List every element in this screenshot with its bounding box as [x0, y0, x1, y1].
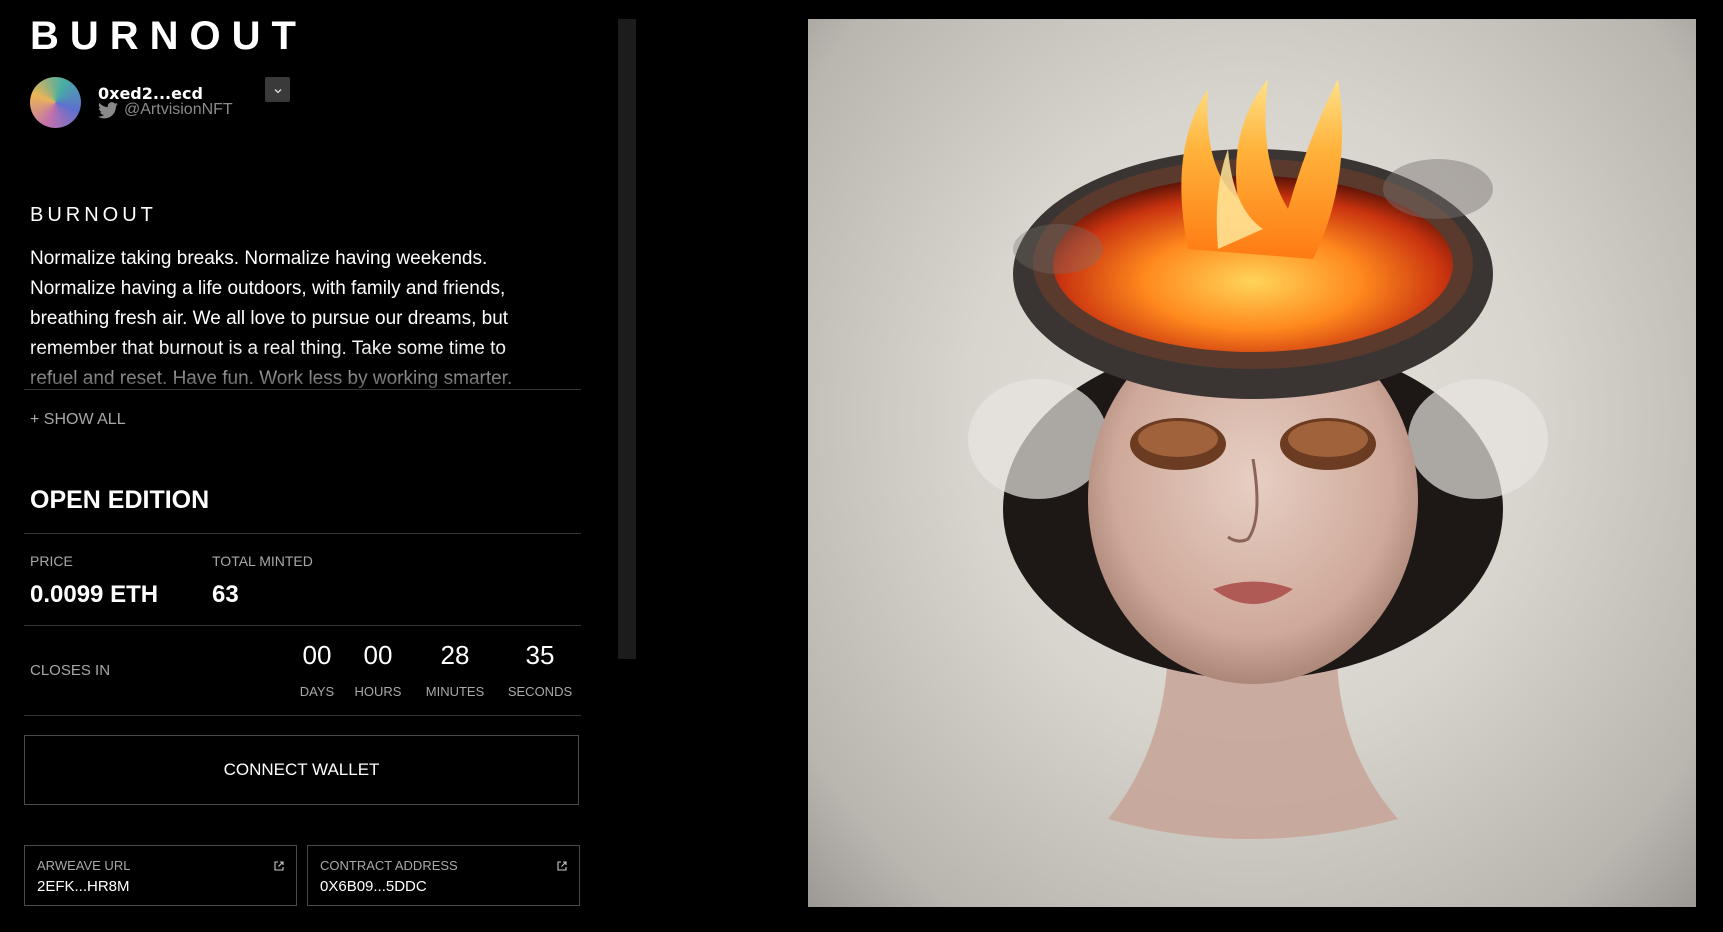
artwork-image[interactable]: [808, 19, 1696, 907]
countdown-seconds-value: 35: [525, 640, 555, 670]
price-label: PRICE: [30, 553, 73, 569]
countdown-minutes-label: MINUTES: [425, 684, 485, 699]
arweave-url-label: ARWEAVE URL: [37, 858, 131, 873]
countdown-hours-value: 00: [363, 640, 393, 670]
divider: [24, 715, 581, 716]
show-all-button[interactable]: + SHOW ALL: [30, 411, 126, 429]
external-link-icon[interactable]: [557, 858, 567, 876]
divider: [24, 389, 581, 390]
countdown-hours-label: HOURS: [354, 684, 402, 699]
countdown-days: 00 DAYS: [295, 640, 339, 699]
divider: [24, 533, 581, 534]
countdown-minutes: 28 MINUTES: [423, 640, 487, 699]
contract-address-value[interactable]: 0X6B09...5DDC: [320, 878, 427, 895]
page: BURNOUT 0xed2...ecd @ArtvisionNFT BURNOU…: [0, 0, 1723, 932]
scrollbar[interactable]: [618, 19, 636, 659]
edition-title: OPEN EDITION: [30, 486, 210, 514]
creator-twitter[interactable]: @ArtvisionNFT: [98, 101, 233, 119]
arweave-url-value[interactable]: 2EFK...HR8M: [37, 878, 130, 895]
countdown-seconds: 35 SECONDS: [507, 640, 573, 699]
creator-dropdown-button[interactable]: [265, 77, 290, 102]
external-link-icon[interactable]: [274, 858, 284, 876]
piece-title: BURNOUT: [30, 204, 157, 226]
piece-description: Normalize taking breaks. Normalize havin…: [30, 248, 513, 388]
closes-in-label: CLOSES IN: [30, 662, 111, 679]
countdown-hours: 00 HOURS: [353, 640, 403, 699]
avatar[interactable]: [30, 77, 81, 128]
countdown-days-label: DAYS: [299, 684, 335, 699]
countdown-seconds-label: SECONDS: [507, 684, 573, 699]
twitter-handle: @ArtvisionNFT: [124, 101, 233, 118]
contract-address-box[interactable]: CONTRACT ADDRESS 0X6B09...5DDC: [307, 845, 580, 906]
total-minted-label: TOTAL MINTED: [212, 553, 313, 569]
price-value: 0.0099 ETH: [30, 581, 159, 608]
collection-title: BURNOUT: [30, 14, 307, 58]
artwork-illustration: [968, 79, 1548, 839]
countdown-days-value: 00: [302, 640, 332, 670]
arweave-url-box[interactable]: ARWEAVE URL 2EFK...HR8M: [24, 845, 297, 906]
chevron-down-icon: [274, 81, 282, 99]
twitter-icon: [98, 101, 118, 119]
divider: [24, 625, 581, 626]
connect-wallet-button[interactable]: CONNECT WALLET: [24, 735, 579, 805]
contract-address-label: CONTRACT ADDRESS: [320, 858, 458, 873]
creator-block[interactable]: 0xed2...ecd @ArtvisionNFT: [30, 77, 330, 129]
total-minted-value: 63: [212, 581, 239, 608]
countdown-minutes-value: 28: [440, 640, 470, 670]
